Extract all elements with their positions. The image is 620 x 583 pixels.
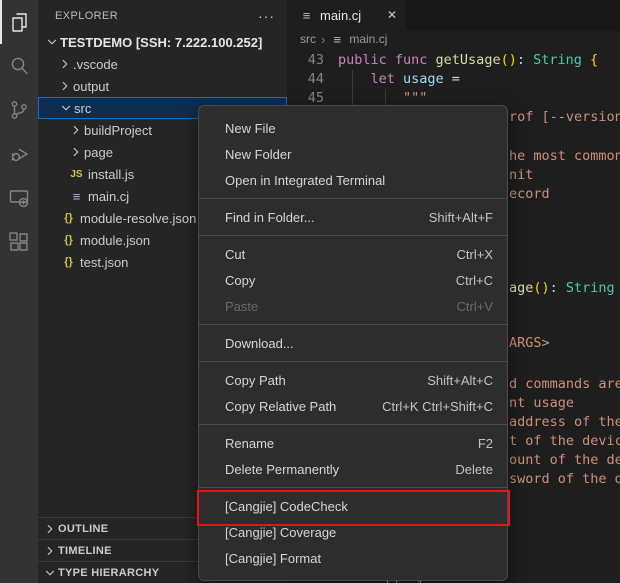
code-fragment: nt usage [509, 394, 574, 413]
extensions-icon [7, 230, 31, 254]
code-fragment: t of the devic [509, 432, 620, 451]
chevron-right-icon [57, 56, 73, 72]
tree-item-output[interactable]: output [38, 75, 287, 97]
json-file-icon: {} [60, 256, 77, 268]
code-fragment: he most common [509, 147, 620, 166]
sidebar-header: EXPLORER ··· [38, 0, 287, 31]
close-icon[interactable]: ✕ [387, 8, 397, 22]
code-fragment: ecord [509, 185, 550, 204]
menu-item-open-in-integrated-terminal[interactable]: Open in Integrated Terminal [199, 167, 507, 193]
context-menu: New File New Folder Open in Integrated T… [198, 105, 508, 581]
chevron-down-icon [44, 34, 60, 50]
tree-item-vscode[interactable]: .vscode [38, 53, 287, 75]
menu-separator [199, 487, 507, 488]
json-file-icon: {} [60, 212, 77, 224]
menu-separator [199, 324, 507, 325]
menu-separator [199, 198, 507, 199]
code-fragment: sword of the d [509, 470, 620, 489]
cangjie-file-icon: ≡ [68, 190, 85, 203]
javascript-file-icon: JS [68, 169, 85, 180]
chevron-right-icon [68, 122, 84, 138]
code-fragment: rof [--version [509, 108, 620, 127]
code-line: 44 let usage = [287, 70, 620, 89]
chevron-right-icon [68, 144, 84, 160]
menu-item-new-folder[interactable]: New Folder [199, 141, 507, 167]
tree-root-testdemo[interactable]: TESTDEMO [SSH: 7.222.100.252] [38, 31, 287, 53]
extensions-activity-button[interactable] [0, 220, 38, 264]
indent-guide [352, 70, 353, 108]
run-debug-activity-button[interactable] [0, 132, 38, 176]
breadcrumb-folder[interactable]: src [300, 32, 316, 46]
code-fragment: address of the [509, 413, 620, 432]
code-fragment: nit [509, 166, 533, 185]
menu-separator [199, 235, 507, 236]
menu-item-cut[interactable]: CutCtrl+X [199, 241, 507, 267]
menu-item-cangjie-codecheck[interactable]: [Cangjie] CodeCheck [199, 493, 507, 519]
search-icon [7, 54, 31, 78]
files-icon [8, 10, 32, 34]
remote-explorer-activity-button[interactable] [0, 176, 38, 220]
vscode-window: EXPLORER ··· TESTDEMO [SSH: 7.222.100.25… [0, 0, 620, 583]
cangjie-file-icon: ≡ [299, 9, 314, 22]
chevron-down-icon [42, 565, 58, 581]
explorer-activity-button[interactable] [0, 0, 38, 44]
source-control-icon [7, 98, 31, 122]
chevron-right-icon [42, 543, 58, 559]
chevron-right-icon [42, 521, 58, 537]
breadcrumb-file[interactable]: main.cj [349, 32, 387, 46]
activity-bar [0, 0, 38, 583]
run-debug-icon [7, 142, 31, 166]
tab-bar: ≡ main.cj ✕ [287, 0, 620, 30]
menu-item-find-in-folder[interactable]: Find in Folder...Shift+Alt+F [199, 204, 507, 230]
menu-item-cangjie-coverage[interactable]: [Cangjie] Coverage [199, 519, 507, 545]
menu-item-delete-permanently[interactable]: Delete PermanentlyDelete [199, 456, 507, 482]
code-fragment: d commands are [509, 375, 620, 394]
chevron-down-icon [58, 100, 74, 116]
tab-main-cj[interactable]: ≡ main.cj ✕ [287, 0, 405, 30]
code-line: 43 public func getUsage(): String { [287, 51, 620, 70]
menu-item-copy[interactable]: CopyCtrl+C [199, 267, 507, 293]
menu-item-paste: PasteCtrl+V [199, 293, 507, 319]
chevron-right-icon [57, 78, 73, 94]
sidebar-title: EXPLORER [55, 10, 118, 22]
code-fragment: age(): String [509, 279, 615, 298]
source-control-activity-button[interactable] [0, 88, 38, 132]
menu-item-copy-relative-path[interactable]: Copy Relative PathCtrl+K Ctrl+Shift+C [199, 393, 507, 419]
chevron-right-icon: › [321, 32, 325, 47]
menu-item-copy-path[interactable]: Copy PathShift+Alt+C [199, 367, 507, 393]
menu-item-cangjie-format[interactable]: [Cangjie] Format [199, 545, 507, 571]
search-activity-button[interactable] [0, 44, 38, 88]
cangjie-file-icon: ≡ [330, 33, 344, 46]
code-fragment: ount of the de [509, 451, 620, 470]
tab-label: main.cj [320, 8, 361, 23]
breadcrumb: src › ≡ main.cj [287, 30, 620, 48]
menu-item-new-file[interactable]: New File [199, 115, 507, 141]
code-fragment: ARGS> [509, 334, 550, 353]
menu-item-download[interactable]: Download... [199, 330, 507, 356]
menu-separator [199, 361, 507, 362]
menu-separator [199, 424, 507, 425]
menu-item-rename[interactable]: RenameF2 [199, 430, 507, 456]
json-file-icon: {} [60, 234, 77, 246]
remote-explorer-icon [7, 186, 31, 210]
more-actions-icon[interactable]: ··· [258, 11, 275, 21]
